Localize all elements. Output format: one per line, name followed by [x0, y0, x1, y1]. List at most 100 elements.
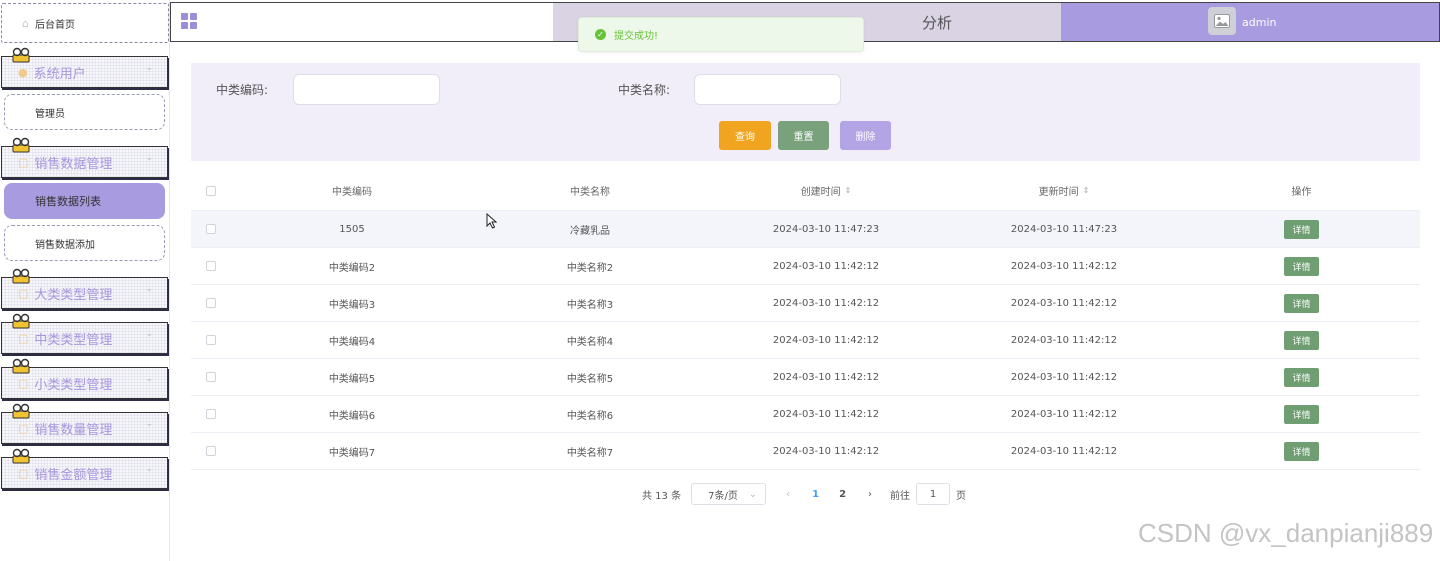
cell-updated: 2024-03-10 11:42:12 [1010, 371, 1118, 383]
name-label: 中类名称: [618, 83, 671, 97]
sidebar-group-sales-amount[interactable]: ▢ 销售金额管理 ⌄ [1, 448, 168, 489]
chevron-down-icon: ⌄ [748, 488, 758, 500]
table-row[interactable]: 1505 冷藏乳品 2024-03-10 11:47:23 2024-03-10… [191, 211, 1420, 248]
folder-icon: ▢ [18, 155, 29, 169]
row-checkbox[interactable] [206, 224, 216, 234]
row-checkbox[interactable] [206, 372, 216, 382]
cell-name: 中类名称7 [566, 447, 614, 459]
chevron-right-icon[interactable]: › [868, 489, 872, 500]
sidebar-home[interactable]: ⌂ 后台首页 [1, 3, 169, 43]
avatar-image-icon[interactable] [1208, 7, 1236, 35]
sidebar: ⌂ 后台首页 ● 系统用户 ⌄ 管理员 ▢ 销售数据管理 ⌄ 销售数据列表 销售… [0, 0, 170, 561]
sidebar-group-label: 系统用户 [33, 66, 86, 82]
sidebar-group-sales-quantity[interactable]: ▢ 销售数量管理 ⌄ [1, 403, 168, 444]
cell-code: 中类编码2 [328, 262, 376, 274]
sort-icon[interactable]: ⇕ [845, 186, 852, 195]
detail-button[interactable]: 详情 [1284, 330, 1319, 350]
row-checkbox[interactable] [206, 298, 216, 308]
page-size-select[interactable]: 7条/页 ⌄ [691, 483, 767, 505]
page-2[interactable]: 2 [839, 489, 846, 500]
query-button[interactable]: 查询 [719, 121, 771, 150]
folder-icon: ▢ [18, 286, 29, 300]
binder-clip-icon [12, 403, 30, 419]
cell-created: 2024-03-10 11:42:12 [772, 260, 880, 272]
select-all-checkbox[interactable] [206, 185, 216, 196]
col-header-actions: 操作 [1291, 187, 1312, 198]
col-header-label: 更新时间 [1038, 187, 1079, 198]
cell-updated: 2024-03-10 11:42:12 [1010, 408, 1118, 420]
sidebar-group-sales-data[interactable]: ▢ 销售数据管理 ⌄ [1, 137, 168, 178]
detail-button[interactable]: 详情 [1284, 441, 1319, 461]
cell-name: 中类名称3 [566, 299, 614, 311]
user-icon: ● [18, 65, 28, 79]
total-count: 共 13 条 [642, 490, 682, 502]
col-header-name: 中类名称 [570, 187, 610, 198]
row-checkbox[interactable] [206, 409, 216, 419]
table-row[interactable]: 中类编码6 中类名称6 2024-03-10 11:42:12 2024-03-… [191, 396, 1420, 433]
grid-menu-icon[interactable] [181, 13, 197, 29]
username[interactable]: admin [1242, 16, 1276, 29]
cell-code: 1505 [339, 223, 365, 235]
row-checkbox[interactable] [206, 261, 216, 271]
detail-button[interactable]: 详情 [1284, 219, 1319, 239]
data-table: 中类编码 中类名称 创建时间 ⇕ 更新时间 ⇕ 操作 1505 冷藏乳品 2024-… [191, 171, 1420, 470]
sidebar-item-label: 管理员 [35, 108, 65, 120]
binder-clip-icon [12, 313, 30, 329]
binder-clip-icon [12, 448, 30, 464]
table-row[interactable]: 中类编码4 中类名称4 2024-03-10 11:42:12 2024-03-… [191, 322, 1420, 359]
delete-button[interactable]: 删除 [840, 121, 891, 150]
cell-created: 2024-03-10 11:42:12 [772, 297, 880, 309]
sidebar-item-admin[interactable]: 管理员 [4, 94, 165, 130]
table-row[interactable]: 中类编码3 中类名称3 2024-03-10 11:42:12 2024-03-… [191, 285, 1420, 322]
row-checkbox[interactable] [206, 446, 216, 456]
goto-suffix: 页 [956, 490, 967, 502]
cell-code: 中类编码7 [328, 447, 376, 459]
table-row[interactable]: 中类编码5 中类名称5 2024-03-10 11:42:12 2024-03-… [191, 359, 1420, 396]
name-input[interactable] [694, 74, 841, 105]
chevron-down-icon: ⌄ [145, 374, 153, 384]
reset-button[interactable]: 重置 [778, 121, 829, 150]
page-1[interactable]: 1 [812, 489, 819, 500]
home-icon: ⌂ [22, 16, 29, 30]
detail-button[interactable]: 详情 [1284, 293, 1319, 313]
sidebar-group-system-users[interactable]: ● 系统用户 ⌄ [1, 47, 168, 88]
cell-created: 2024-03-10 11:47:23 [772, 223, 880, 235]
page-title: 分析 [921, 13, 952, 32]
sidebar-item-sales-add[interactable]: 销售数据添加 [4, 225, 165, 261]
cell-updated: 2024-03-10 11:47:23 [1010, 223, 1118, 235]
code-input[interactable] [293, 74, 440, 105]
sidebar-group-label: 小类类型管理 [34, 377, 113, 393]
chevron-down-icon: ⌄ [145, 153, 153, 163]
folder-icon: ▢ [18, 376, 29, 390]
sidebar-group-category-middle[interactable]: ▢ 中类类型管理 ⌄ [1, 313, 168, 354]
cell-name: 中类名称2 [566, 262, 614, 274]
cell-name: 中类名称6 [566, 410, 614, 422]
sidebar-group-category-major[interactable]: ▢ 大类类型管理 ⌄ [1, 268, 168, 309]
cell-created: 2024-03-10 11:42:12 [772, 334, 880, 346]
sort-icon[interactable]: ⇕ [1083, 186, 1090, 195]
cell-code: 中类编码4 [328, 336, 376, 348]
chevron-down-icon: ⌄ [145, 464, 153, 474]
detail-button[interactable]: 详情 [1284, 404, 1319, 424]
table-row[interactable]: 中类编码7 中类名称7 2024-03-10 11:42:12 2024-03-… [191, 433, 1420, 470]
goto-page-input[interactable]: 1 [916, 483, 951, 505]
binder-clip-icon [12, 268, 30, 284]
cell-created: 2024-03-10 11:42:12 [772, 408, 880, 420]
sidebar-group-category-minor[interactable]: ▢ 小类类型管理 ⌄ [1, 358, 168, 399]
sidebar-group-label: 大类类型管理 [34, 287, 113, 303]
col-header-created[interactable]: 创建时间 ⇕ [707, 171, 945, 210]
row-checkbox[interactable] [206, 335, 216, 345]
sidebar-home-label: 后台首页 [34, 19, 75, 31]
detail-button[interactable]: 详情 [1284, 367, 1319, 387]
folder-icon: ▢ [18, 466, 29, 480]
header-left [171, 3, 553, 41]
detail-button[interactable]: 详情 [1284, 256, 1319, 276]
chevron-left-icon[interactable]: ‹ [786, 489, 790, 500]
header-user-area[interactable]: admin [1061, 3, 1439, 41]
pagination: 共 13 条 7条/页 ⌄ ‹ 1 2 › 前往 1 页 [642, 483, 966, 505]
table-row[interactable]: 中类编码2 中类名称2 2024-03-10 11:42:12 2024-03-… [191, 248, 1420, 285]
sidebar-item-sales-list[interactable]: 销售数据列表 [4, 183, 165, 219]
binder-clip-icon [12, 358, 30, 374]
col-header-updated[interactable]: 更新时间 ⇕ [945, 171, 1183, 210]
folder-icon: ▢ [18, 331, 29, 345]
